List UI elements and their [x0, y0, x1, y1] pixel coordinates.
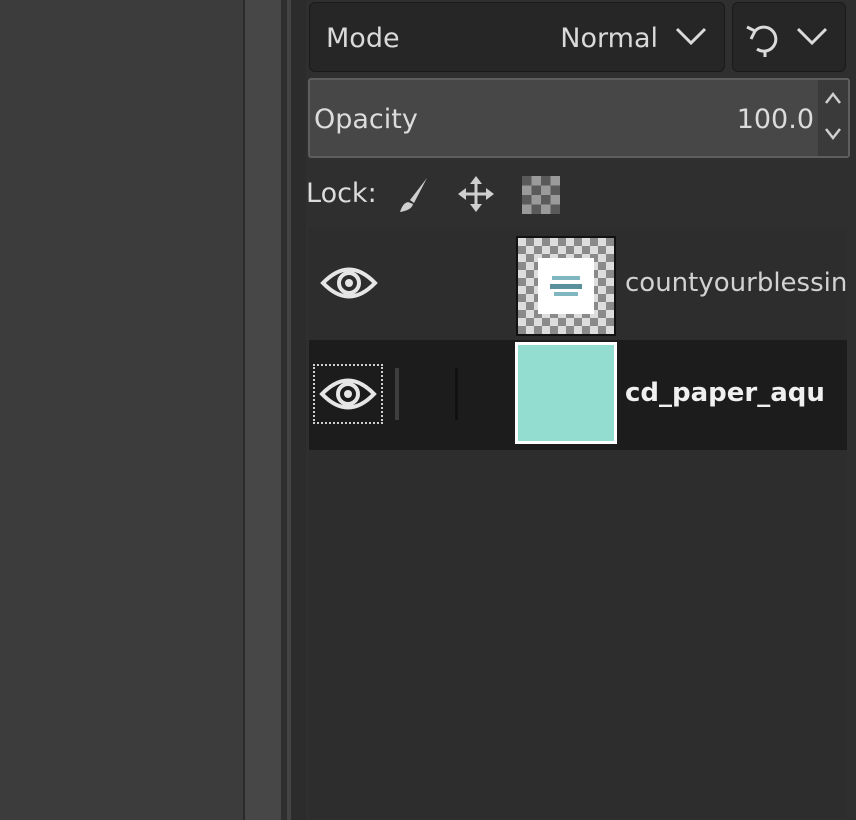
composite-mode-icon: [743, 21, 783, 61]
layer-mode-dropdown[interactable]: Mode Normal: [309, 2, 725, 72]
lock-toolbar: Lock:: [306, 172, 846, 216]
layer-name[interactable]: cd_paper_aqu: [625, 378, 825, 408]
chevron-down-icon[interactable]: [824, 126, 842, 145]
layers-dockable-panel: Mode Normal Opacity 100.0 Lock: countyou…: [306, 0, 856, 820]
layer-row-selected[interactable]: cd_paper_aqu: [309, 340, 847, 450]
layer-thumbnail: [516, 236, 616, 336]
opacity-value: 100.0: [736, 104, 814, 135]
move-icon[interactable]: [456, 174, 496, 218]
chevron-down-icon: [795, 25, 829, 51]
chain-toggle[interactable]: [455, 368, 458, 420]
canvas-scrollbar[interactable]: [245, 0, 281, 820]
lock-label: Lock:: [306, 178, 377, 209]
alpha-checker-icon[interactable]: [522, 176, 560, 218]
chevron-up-icon[interactable]: [824, 90, 842, 109]
thumbnail-text-content: [538, 258, 594, 314]
opacity-spinscale[interactable]: Opacity 100.0: [308, 78, 850, 158]
mode-value: Normal: [560, 23, 658, 54]
visibility-eye-icon[interactable]: [317, 258, 381, 308]
opacity-label: Opacity: [314, 104, 418, 135]
image-canvas-area[interactable]: [0, 0, 243, 820]
layers-list[interactable]: countyourblessin cd_paper_aqu: [309, 228, 847, 818]
chevron-down-icon: [674, 25, 708, 51]
composite-mode-dropdown[interactable]: [732, 2, 846, 72]
paintbrush-icon[interactable]: [394, 174, 434, 218]
mode-label: Mode: [326, 23, 400, 54]
layer-row[interactable]: countyourblessin: [309, 228, 847, 338]
layer-name[interactable]: countyourblessin: [625, 268, 847, 298]
visibility-eye-icon[interactable]: [313, 364, 383, 424]
opacity-spinner[interactable]: [818, 80, 848, 156]
pane-divider: [291, 0, 306, 820]
link-toggle[interactable]: [395, 368, 399, 420]
layer-thumbnail: [515, 342, 617, 444]
